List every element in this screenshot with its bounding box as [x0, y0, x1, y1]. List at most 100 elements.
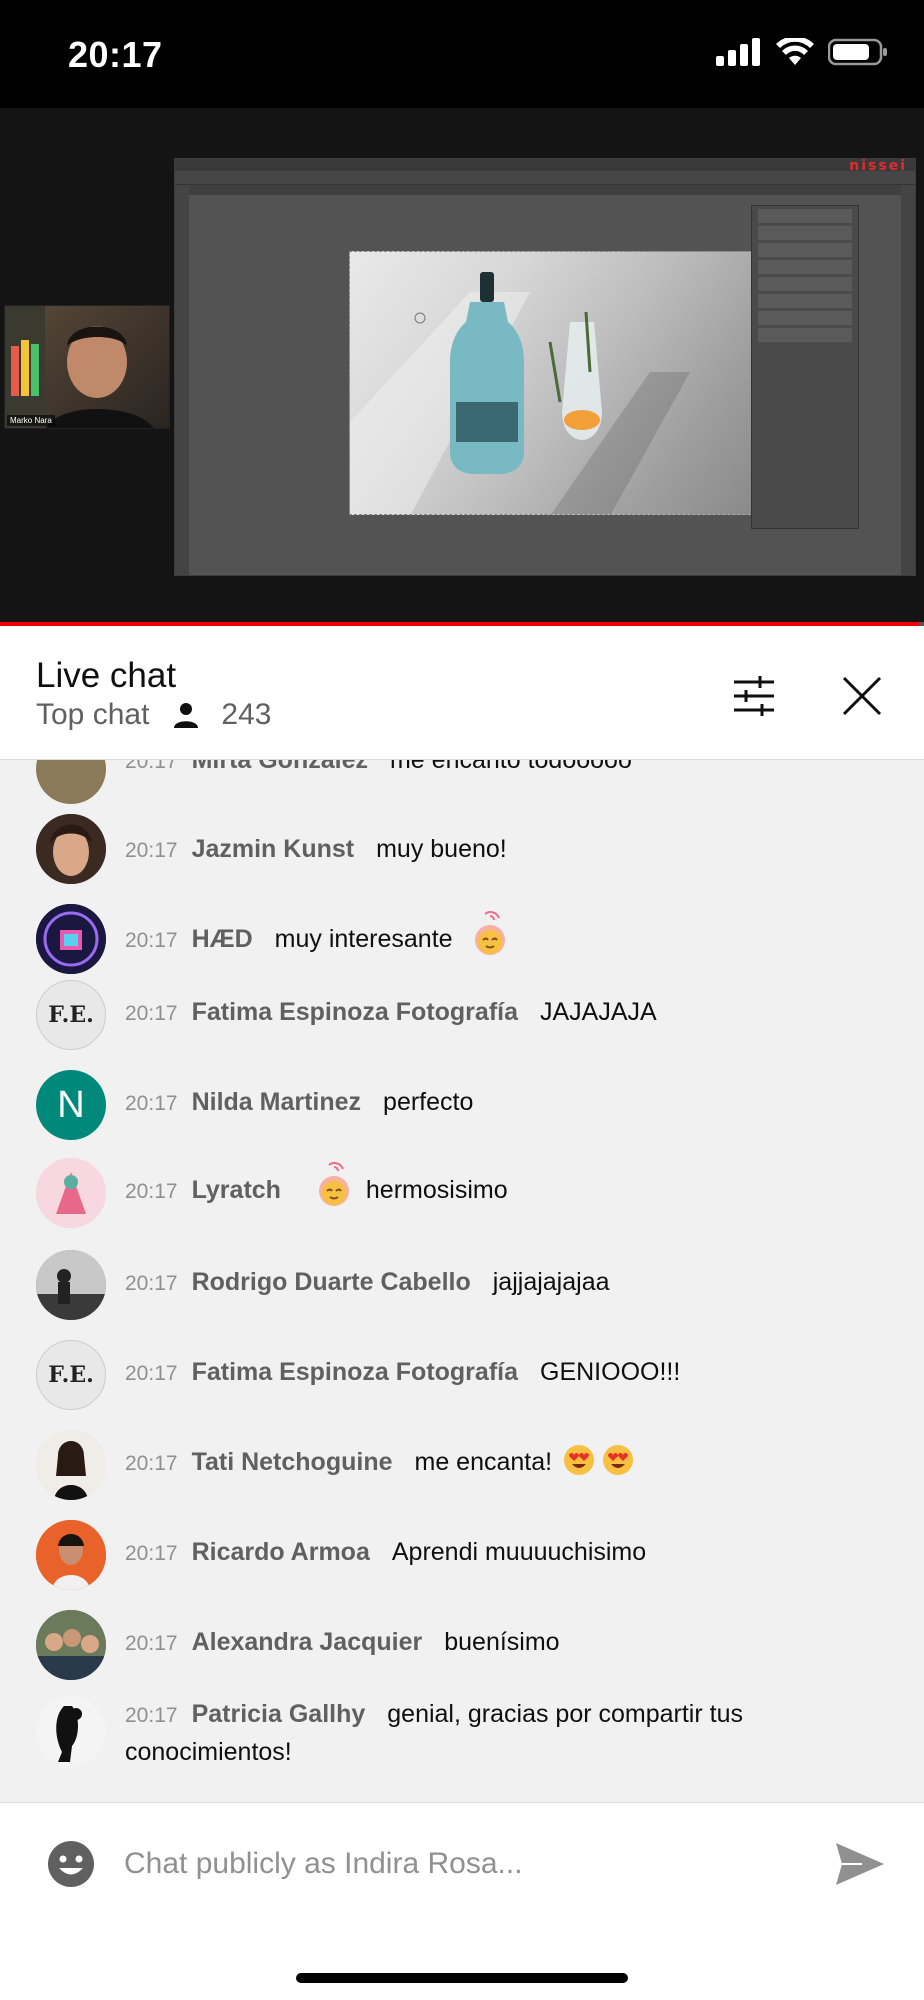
presenter-name-label: Marko Nara	[7, 415, 55, 426]
message-text: hermosisimo	[365, 1176, 508, 1204]
message-timestamp: 20:17	[125, 1704, 178, 1727]
heart-eyes-emoji-icon	[564, 1445, 595, 1476]
message-timestamp: 20:17	[125, 1272, 178, 1295]
close-chat-button[interactable]	[832, 666, 892, 726]
message-author[interactable]: Mirta Gonzalez	[192, 760, 368, 774]
message-content: 20:17 Patricia Gallhy genial, gracias por …	[125, 1696, 894, 1770]
message-author[interactable]: HÆD	[192, 925, 253, 953]
message-timestamp: 20:17	[125, 1452, 178, 1475]
close-icon	[842, 676, 882, 716]
avatar[interactable]	[36, 1520, 106, 1590]
avatar-photo	[36, 814, 106, 884]
ps-options-bar	[175, 171, 915, 185]
home-indicator	[296, 1973, 628, 1983]
chat-mode-label: Top chat	[36, 698, 150, 731]
message-author[interactable]: Fatima Espinoza Fotografía	[192, 1358, 518, 1386]
message-author[interactable]: Fatima Espinoza Fotografía	[192, 998, 518, 1026]
ps-tabs	[189, 185, 915, 195]
emoji-picker-button[interactable]	[46, 1839, 96, 1889]
video-frame-photoshop: nissei	[174, 158, 916, 576]
avatar[interactable]	[36, 1250, 106, 1320]
message-text: perfecto	[383, 1088, 474, 1116]
message-content: 20:17 Fatima Espinoza Fotografía JAJAJAJA	[125, 994, 894, 1032]
avatar-illustration	[36, 904, 106, 974]
message-text: Aprendi muuuuchisimo	[391, 1538, 647, 1566]
message-author[interactable]: Jazmin Kunst	[192, 835, 355, 863]
status-time: 20:17	[68, 34, 163, 75]
message-timestamp: 20:17	[125, 839, 178, 862]
webcam-overlay: Marko Nara	[4, 305, 170, 429]
message-text: me encanto todooooo	[389, 760, 632, 774]
send-icon	[836, 1843, 884, 1885]
message-content: 20:17 Rodrigo Duarte Cabello jajjajajajaa	[125, 1264, 894, 1302]
avatar[interactable]	[36, 1696, 106, 1766]
avatar[interactable]: F.E.	[36, 980, 106, 1050]
avatar[interactable]	[36, 1430, 106, 1500]
chat-header: Live chat Top chat 243	[0, 626, 924, 760]
avatar[interactable]: N	[36, 1070, 106, 1140]
ps-toolbar	[175, 185, 189, 575]
message-text: JAJAJAJA	[540, 998, 657, 1026]
person-icon	[174, 703, 199, 728]
message-timestamp: 20:17	[125, 760, 178, 773]
filter-sliders-icon	[734, 676, 774, 716]
avatar-photo	[36, 1430, 106, 1500]
avatar[interactable]	[36, 1158, 106, 1228]
chat-filter-button[interactable]	[724, 666, 784, 726]
message-author[interactable]: Lyratch	[192, 1176, 281, 1204]
chat-message-input[interactable]	[124, 1841, 804, 1887]
avatar-illustration	[36, 1158, 106, 1228]
avatar[interactable]	[36, 760, 106, 804]
avatar-monogram: F.E.	[48, 1002, 94, 1028]
message-content: 20:17 Fatima Espinoza Fotografía GENIOOO!!…	[125, 1354, 894, 1392]
avatar[interactable]	[36, 814, 106, 884]
avatar[interactable]	[36, 904, 106, 974]
message-content: 20:17 Nilda Martinez perfecto	[125, 1084, 894, 1122]
ps-right-strip	[901, 185, 915, 575]
avatar-monogram: F.E.	[48, 1362, 94, 1388]
avatar-photo	[36, 1250, 106, 1320]
message-content: 20:17 Tati Netchoguine me encanta!	[125, 1444, 894, 1482]
send-button[interactable]	[832, 1839, 888, 1889]
message-content: 20:17 Jazmin Kunst muy bueno!	[125, 831, 894, 869]
video-player[interactable]: nissei Marko Nara	[0, 108, 924, 624]
cellular-signal-icon	[716, 38, 760, 66]
avatar[interactable]: F.E.	[36, 1340, 106, 1410]
viewer-count: 243	[221, 698, 272, 731]
chat-input-bar	[0, 1802, 924, 2000]
ps-layers-panel	[751, 205, 859, 529]
status-bar: 20:17	[0, 0, 924, 108]
message-content: 20:17 HÆD muy interesante	[125, 911, 894, 959]
avatar[interactable]	[36, 1610, 106, 1680]
message-author[interactable]: Alexandra Jacquier	[192, 1628, 423, 1656]
message-author[interactable]: Patricia Gallhy	[192, 1700, 366, 1728]
message-author[interactable]: Rodrigo Duarte Cabello	[192, 1268, 471, 1296]
message-author[interactable]: Tati Netchoguine	[192, 1448, 393, 1476]
presenter-image	[5, 306, 154, 428]
message-timestamp: 20:17	[125, 1180, 178, 1203]
message-text: jajjajajajaa	[492, 1268, 610, 1296]
chat-mode-selector[interactable]: Top chat 243	[36, 698, 271, 732]
message-content: 20:17 Mirta Gonzalez me encanto todooooo	[125, 760, 894, 780]
message-author[interactable]: Nilda Martinez	[192, 1088, 361, 1116]
message-timestamp: 20:17	[125, 1002, 178, 1025]
message-timestamp: 20:17	[125, 1632, 178, 1655]
wifi-icon	[776, 38, 814, 65]
avatar-photo	[36, 1610, 106, 1680]
hug-emoji-icon	[318, 1162, 349, 1207]
message-timestamp: 20:17	[125, 1362, 178, 1385]
message-text: muy bueno!	[376, 835, 507, 863]
chat-title: Live chat	[36, 656, 177, 695]
message-timestamp: 20:17	[125, 929, 178, 952]
avatar-illustration	[36, 1696, 106, 1766]
avatar-photo	[36, 1520, 106, 1590]
status-icons	[716, 38, 888, 66]
chat-messages-list[interactable]: 20:17 Mirta Gonzalez me encanto todooooo 2…	[0, 760, 924, 1802]
ps-menubar: nissei	[175, 158, 915, 174]
smiley-icon	[48, 1841, 94, 1887]
battery-icon	[828, 38, 887, 66]
message-author[interactable]: Ricardo Armoa	[192, 1538, 370, 1566]
message-text: me encanta!	[414, 1448, 553, 1476]
heart-eyes-emoji-icon	[603, 1445, 633, 1476]
message-timestamp: 20:17	[125, 1542, 178, 1565]
